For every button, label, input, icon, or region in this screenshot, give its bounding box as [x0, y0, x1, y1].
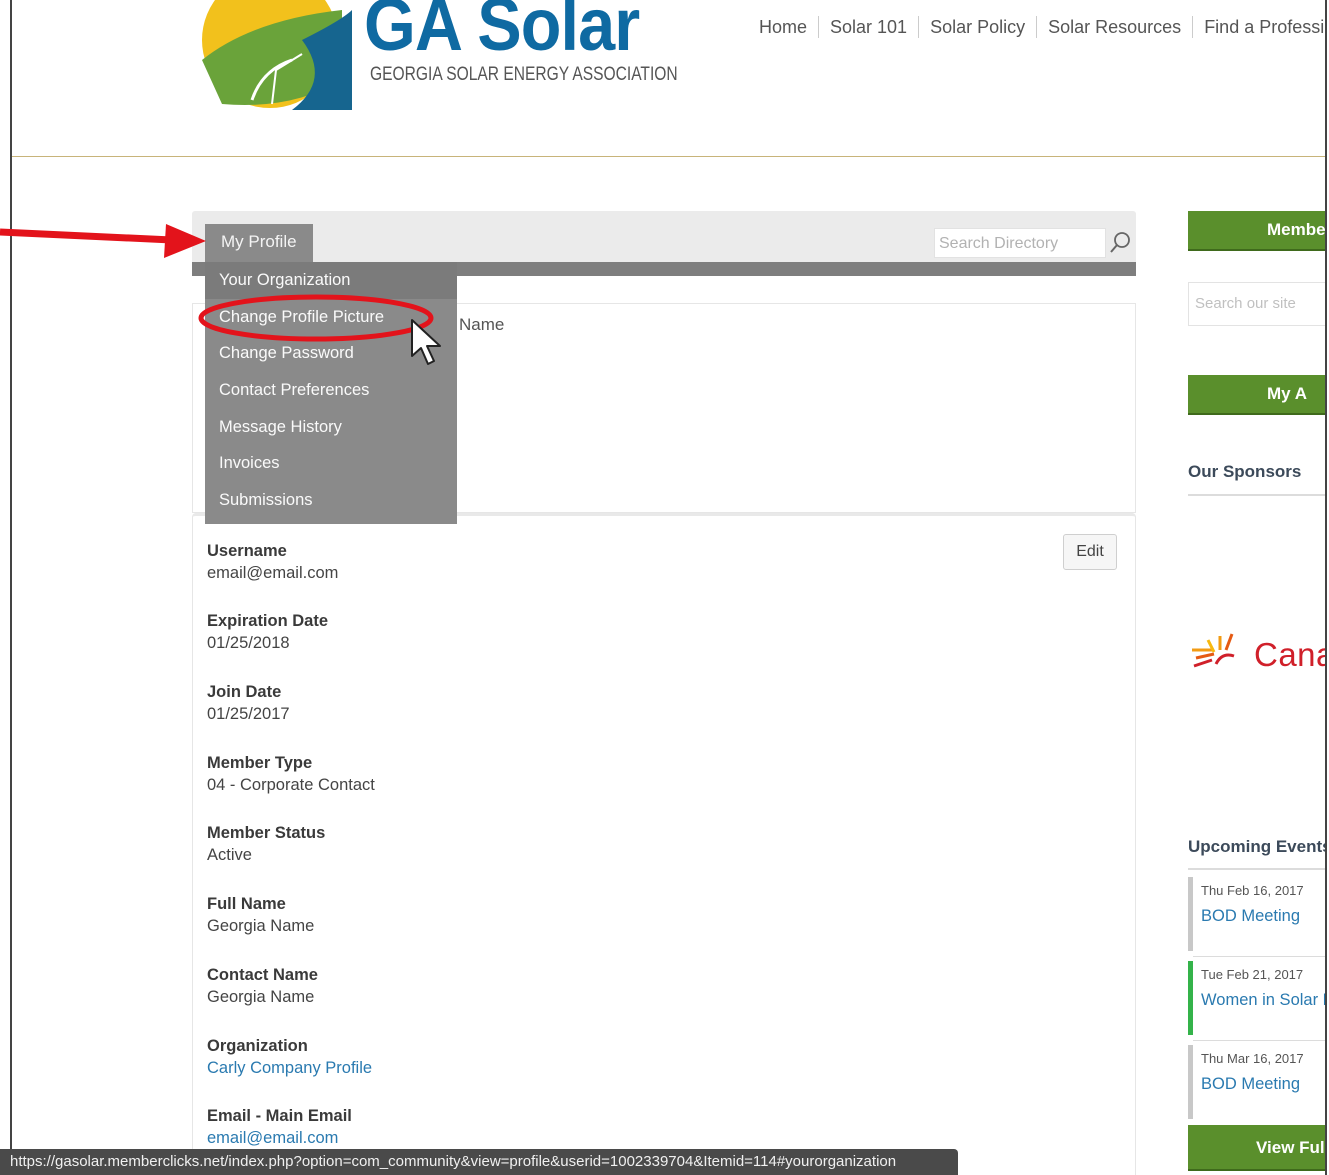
mouse-cursor-icon [411, 319, 441, 365]
nav-find-a-professional[interactable]: Find a Professi [1192, 16, 1325, 38]
field-organization: Organization Carly Company Profile [207, 1035, 372, 1079]
menu-item-invoices[interactable]: Invoices [205, 445, 457, 482]
field-label: Organization [207, 1037, 308, 1055]
field-value: 01/25/2018 [207, 634, 290, 652]
event-title-link[interactable]: BOD Meeting [1201, 907, 1300, 926]
sponsors-heading: Our Sponsors [1188, 462, 1302, 481]
search-icon[interactable] [1108, 230, 1132, 256]
field-full-name: Full Name Georgia Name [207, 893, 314, 937]
edit-button[interactable]: Edit [1063, 534, 1117, 570]
events-divider [1188, 868, 1325, 870]
member-button[interactable]: Membe [1188, 211, 1325, 251]
my-account-button[interactable]: My A [1188, 375, 1325, 415]
nav-solar-101[interactable]: Solar 101 [818, 16, 918, 38]
event-item[interactable]: Thu Mar 16, 2017 BOD Meeting [1188, 1045, 1325, 1119]
event-date: Thu Mar 16, 2017 [1201, 1051, 1304, 1066]
event-date: Thu Feb 16, 2017 [1201, 883, 1304, 898]
annotation-arrow-icon [0, 224, 206, 258]
annotation-highlight-ellipse [198, 294, 434, 342]
field-label: Email - Main Email [207, 1107, 352, 1125]
site-search-input[interactable]: Search our site [1188, 282, 1325, 326]
header-divider [12, 156, 1325, 157]
sponsors-divider [1188, 494, 1325, 496]
top-navigation: Home Solar 101 Solar Policy Solar Resour… [748, 16, 1325, 38]
view-full-calendar-button[interactable]: View Full [1188, 1125, 1325, 1171]
browser-page: GA Solar GEORGIA SOLAR ENERGY ASSOCIATIO… [10, 0, 1327, 1175]
event-date: Tue Feb 21, 2017 [1201, 967, 1304, 982]
ga-solar-logo[interactable] [192, 0, 352, 110]
field-member-type: Member Type 04 - Corporate Contact [207, 752, 375, 796]
field-expiration-date: Expiration Date 01/25/2018 [207, 610, 328, 654]
sponsor-name[interactable]: Cana [1254, 636, 1325, 674]
tab-my-profile[interactable]: My Profile [205, 224, 313, 262]
event-title-link[interactable]: BOD Meeting [1201, 1075, 1300, 1094]
nav-solar-resources[interactable]: Solar Resources [1036, 16, 1192, 38]
field-value: 01/25/2017 [207, 705, 290, 723]
event-divider [1193, 1040, 1325, 1041]
field-label: Username [207, 542, 287, 560]
event-item[interactable]: Thu Feb 16, 2017 BOD Meeting [1188, 877, 1325, 951]
brand-tagline: GEORGIA SOLAR ENERGY ASSOCIATION [370, 64, 678, 85]
directory-search-input[interactable]: Search Directory [934, 228, 1106, 258]
field-value: Georgia Name [207, 988, 315, 1006]
field-label: Member Type [207, 754, 313, 772]
nav-home[interactable]: Home [748, 16, 818, 38]
field-username: Username email@email.com [207, 540, 338, 584]
field-member-status: Member Status Active [207, 822, 325, 866]
field-join-date: Join Date 01/25/2017 [207, 681, 290, 725]
menu-item-contact-preferences[interactable]: Contact Preferences [205, 372, 457, 409]
menu-item-message-history[interactable]: Message History [205, 409, 457, 446]
event-item[interactable]: Tue Feb 21, 2017 Women in Solar E [1188, 961, 1325, 1035]
field-main-email: Email - Main Email email@email.com [207, 1105, 352, 1149]
browser-status-url: https://gasolar.memberclicks.net/index.p… [0, 1149, 958, 1175]
nav-solar-policy[interactable]: Solar Policy [918, 16, 1036, 38]
field-label: Full Name [207, 895, 286, 913]
organization-link[interactable]: Carly Company Profile [207, 1057, 372, 1079]
brand-name[interactable]: GA Solar [364, 0, 640, 67]
field-label: Member Status [207, 824, 326, 842]
field-value: 04 - Corporate Contact [207, 776, 375, 794]
email-link[interactable]: email@email.com [207, 1127, 352, 1149]
profile-name: Name [459, 315, 505, 334]
event-divider [1193, 956, 1325, 957]
field-value: Active [207, 846, 252, 864]
menu-item-submissions[interactable]: Submissions [205, 482, 457, 519]
events-heading: Upcoming Events [1188, 837, 1327, 856]
field-label: Contact Name [207, 966, 318, 984]
field-label: Join Date [207, 683, 282, 701]
field-label: Expiration Date [207, 612, 329, 630]
field-value: Georgia Name [207, 917, 315, 935]
field-value: email@email.com [207, 564, 339, 582]
field-contact-name: Contact Name Georgia Name [207, 964, 318, 1008]
event-title-link[interactable]: Women in Solar E [1201, 991, 1325, 1010]
